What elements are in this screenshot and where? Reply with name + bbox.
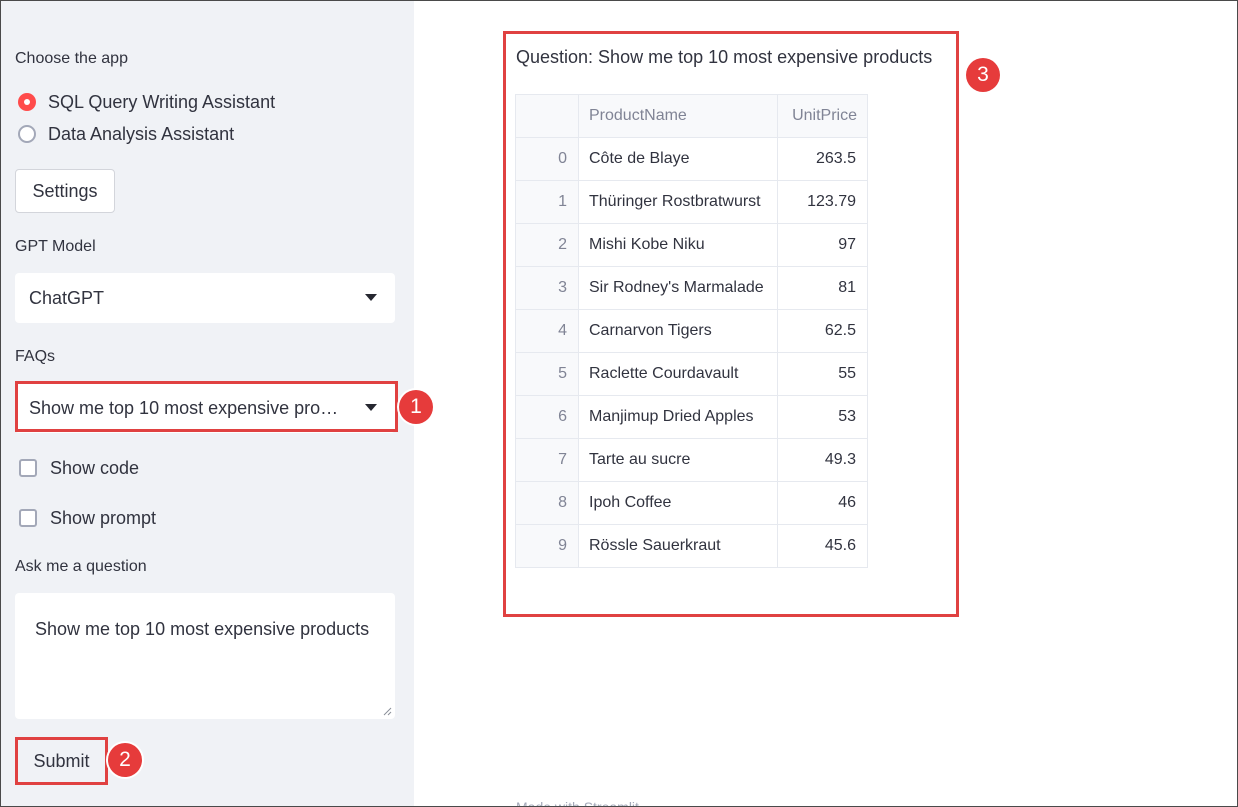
callout-badge-3: 3 — [966, 58, 1000, 92]
ask-question-label: Ask me a question — [15, 558, 147, 575]
show-code-checkbox[interactable]: Show code — [19, 456, 139, 480]
index-column-header[interactable] — [515, 94, 579, 138]
table-row: 6 Manjimup Dried Apples 53 — [515, 395, 868, 439]
app-window: Choose the app SQL Query Writing Assista… — [0, 0, 1238, 807]
product-name-cell[interactable]: Mishi Kobe Niku — [578, 223, 778, 267]
radio-option-label: Data Analysis Assistant — [48, 123, 235, 144]
row-index: 2 — [515, 223, 579, 267]
row-index: 1 — [515, 180, 579, 224]
radio-option-sql-assistant[interactable]: SQL Query Writing Assistant — [18, 90, 275, 114]
product-name-cell[interactable]: Thüringer Rostbratwurst — [578, 180, 778, 224]
show-prompt-checkbox[interactable]: Show prompt — [19, 506, 156, 530]
checkbox-icon — [19, 509, 37, 527]
radio-option-data-analysis[interactable]: Data Analysis Assistant — [18, 122, 234, 146]
unit-price-cell[interactable]: 81 — [777, 266, 868, 310]
callout-badge-2: 2 — [108, 743, 142, 777]
choose-app-label: Choose the app — [15, 50, 128, 67]
faqs-label: FAQs — [15, 348, 56, 365]
product-name-cell[interactable]: Raclette Courdavault — [578, 352, 778, 396]
table-row: 3 Sir Rodney's Marmalade 81 — [515, 266, 868, 310]
table-header-row: ProductName UnitPrice — [515, 94, 868, 138]
question-heading: Question: Show me top 10 most expensive … — [516, 47, 933, 67]
row-index: 6 — [515, 395, 579, 439]
checkbox-icon — [19, 459, 37, 477]
results-table: ProductName UnitPrice 0 Côte de Blaye 26… — [515, 94, 868, 568]
unit-price-cell[interactable]: 45.6 — [777, 524, 868, 568]
show-code-label: Show code — [50, 457, 140, 478]
radio-unselected-icon — [18, 125, 36, 143]
product-name-cell[interactable]: Côte de Blaye — [578, 137, 778, 181]
unit-price-cell[interactable]: 97 — [777, 223, 868, 267]
gpt-model-value: ChatGPT — [29, 287, 105, 308]
footer-text[interactable]: Made with Streamlit — [516, 799, 639, 806]
unit-price-cell[interactable]: 62.5 — [777, 309, 868, 353]
resize-handle-icon[interactable] — [382, 706, 392, 716]
unit-price-cell[interactable]: 263.5 — [777, 137, 868, 181]
row-index: 5 — [515, 352, 579, 396]
table-row: 4 Carnarvon Tigers 62.5 — [515, 309, 868, 353]
faqs-value: Show me top 10 most expensive products — [29, 397, 339, 418]
row-index: 9 — [515, 524, 579, 568]
row-index: 8 — [515, 481, 579, 525]
productname-column-header[interactable]: ProductName — [578, 94, 778, 138]
faqs-select[interactable]: Show me top 10 most expensive products — [15, 383, 395, 433]
sidebar: Choose the app SQL Query Writing Assista… — [1, 1, 414, 806]
question-textarea[interactable]: Show me top 10 most expensive products — [15, 593, 395, 719]
gpt-model-select[interactable]: ChatGPT — [15, 273, 395, 323]
product-name-cell[interactable]: Tarte au sucre — [578, 438, 778, 482]
product-name-cell[interactable]: Rössle Sauerkraut — [578, 524, 778, 568]
row-index: 7 — [515, 438, 579, 482]
submit-button[interactable]: Submit — [17, 739, 106, 783]
settings-button[interactable]: Settings — [15, 169, 115, 213]
gpt-model-label: GPT Model — [15, 238, 96, 255]
product-name-cell[interactable]: Carnarvon Tigers — [578, 309, 778, 353]
unitprice-column-header[interactable]: UnitPrice — [777, 94, 868, 138]
table-row: 5 Raclette Courdavault 55 — [515, 352, 868, 396]
table-row: 1 Thüringer Rostbratwurst 123.79 — [515, 180, 868, 224]
table-row: 0 Côte de Blaye 263.5 — [515, 137, 868, 181]
unit-price-cell[interactable]: 46 — [777, 481, 868, 525]
callout-badge-1: 1 — [399, 390, 433, 424]
row-index: 3 — [515, 266, 579, 310]
product-name-cell[interactable]: Sir Rodney's Marmalade — [578, 266, 778, 310]
product-name-cell[interactable]: Ipoh Coffee — [578, 481, 778, 525]
chevron-down-icon — [365, 294, 377, 301]
row-index: 4 — [515, 309, 579, 353]
unit-price-cell[interactable]: 53 — [777, 395, 868, 439]
chevron-down-icon — [365, 404, 377, 411]
unit-price-cell[interactable]: 123.79 — [777, 180, 868, 224]
radio-option-label: SQL Query Writing Assistant — [48, 91, 276, 112]
table-row: 8 Ipoh Coffee 46 — [515, 481, 868, 525]
product-name-cell[interactable]: Manjimup Dried Apples — [578, 395, 778, 439]
question-text: Show me top 10 most expensive products — [35, 619, 370, 639]
unit-price-cell[interactable]: 55 — [777, 352, 868, 396]
unit-price-cell[interactable]: 49.3 — [777, 438, 868, 482]
table-row: 2 Mishi Kobe Niku 97 — [515, 223, 868, 267]
show-prompt-label: Show prompt — [50, 507, 157, 528]
table-row: 9 Rössle Sauerkraut 45.6 — [515, 524, 868, 568]
radio-selected-icon — [18, 93, 36, 111]
row-index: 0 — [515, 137, 579, 181]
table-row: 7 Tarte au sucre 49.3 — [515, 438, 868, 482]
